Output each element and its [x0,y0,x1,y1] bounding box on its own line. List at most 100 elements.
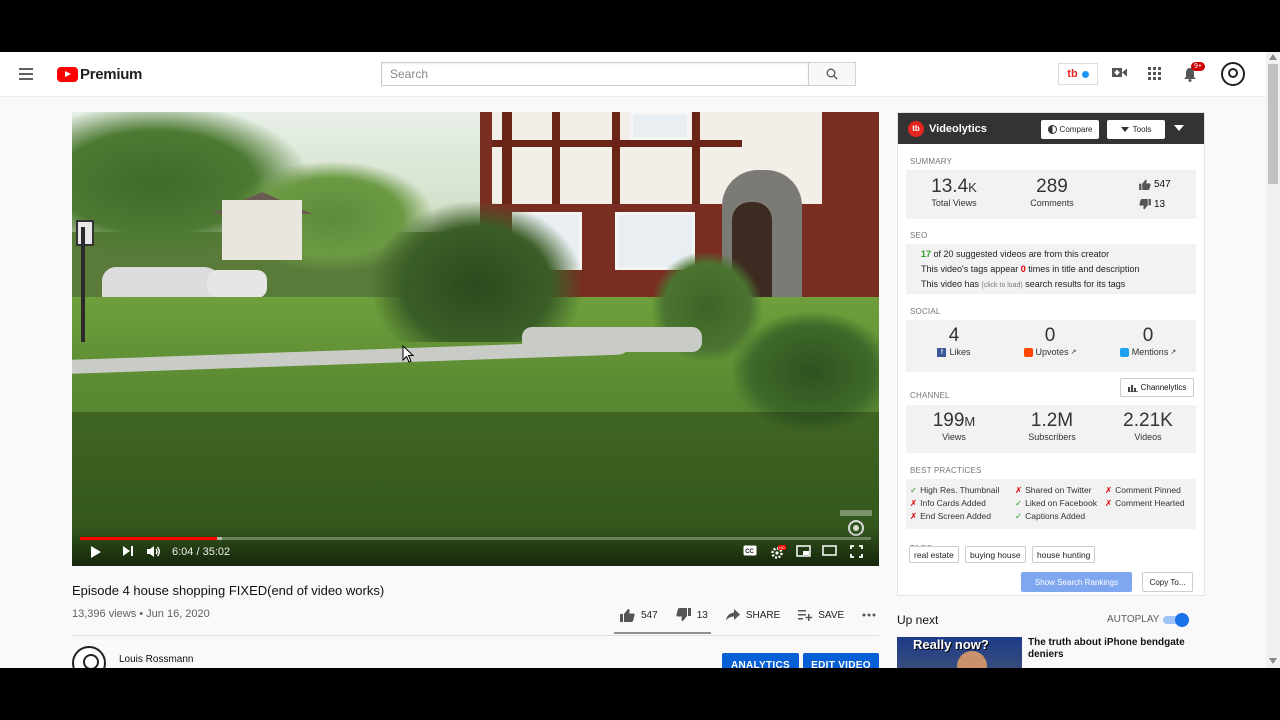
edit-video-button[interactable]: EDIT VIDEO [803,653,879,668]
seo-search-post: search results for its tags [1022,279,1126,289]
channel-subscribers-stat: 1.2M Subscribers [1006,410,1098,442]
video-actions: 547 13 SHARE SAVE [620,608,894,622]
facebook-icon: f [937,347,947,357]
theater-mode-button[interactable] [822,545,837,556]
reddit-upvotes-stat[interactable]: 0 Upvotes ↗ [1006,325,1094,357]
tag-pill[interactable]: house hunting [1032,546,1096,563]
collapse-chevron-icon[interactable] [1174,125,1184,131]
best-practice-item: ✗ Comment Pinned [1105,485,1181,496]
video-frame-beam [552,112,560,204]
next-video-title[interactable]: The truth about iPhone bendgate deniers [1028,637,1198,661]
next-video-thumbnail[interactable]: Really now? [897,637,1022,668]
like-ratio-bar [614,632,711,634]
best-practice-item: ✗ Shared on Twitter [1015,485,1092,496]
compare-icon [1047,125,1057,134]
notifications-button[interactable]: 9+ [1183,62,1205,84]
like-button[interactable]: 547 [620,608,658,622]
progress-bar[interactable] [80,537,871,540]
twitter-mentions-stat[interactable]: 0 Mentions ↗ [1102,325,1194,357]
channel-views-value: 199 [932,410,965,431]
create-video-icon[interactable] [1112,67,1127,78]
page-scrollbar[interactable] [1266,52,1280,668]
total-views-stat: 13.4K Total Views [914,176,994,208]
seo-tags-pre: This video's tags appear [921,264,1021,274]
fullscreen-button[interactable] [850,545,863,558]
logo-text: Premium [80,66,143,83]
best-practices-box: ✓ High Res. Thumbnail ✗ Shared on Twitter ✗ C… [906,479,1196,529]
svg-text:HD: HD [779,545,785,550]
video-frame-bushes [372,202,582,342]
up-next-heading: Up next [897,613,939,627]
video-player[interactable]: 6:04 / 35:02 CC HD [72,112,879,566]
youtube-premium-logo[interactable]: Premium [57,66,142,83]
tag-pill[interactable]: real estate [909,546,959,563]
best-practice-item: ✓ Liked on Facebook [1015,498,1097,509]
reddit-icon [1023,347,1033,357]
play-icon [91,546,101,558]
theater-mode-icon [822,545,837,556]
save-button[interactable]: SAVE [798,609,844,621]
seo-search-pre: This video has [921,279,982,289]
channel-views-stat: 199M Views [910,410,998,442]
compare-button[interactable]: Compare [1041,120,1099,139]
dislike-button[interactable]: 13 [676,608,708,622]
compare-label: Compare [1059,125,1093,134]
show-search-rankings-button[interactable]: Show Search Rankings [1021,572,1132,592]
channelytics-button[interactable]: Channelytics [1120,378,1194,397]
more-actions-button[interactable] [862,613,876,617]
best-practice-label: High Res. Thumbnail [920,485,1000,495]
best-practice-item: ✓ Captions Added [1015,511,1085,522]
channel-avatar[interactable] [72,646,106,668]
click-to-load-link[interactable]: (click to load) [982,282,1023,289]
total-views-value: 13.4 [931,176,969,197]
play-button[interactable] [90,545,102,559]
tools-label: Tools [1132,125,1152,134]
settings-button[interactable]: HD [770,545,786,559]
apps-grid-icon[interactable] [1148,67,1161,80]
channel-name[interactable]: Louis Rossmann [119,654,193,665]
video-frame-lamp-post [81,227,85,342]
menu-icon[interactable] [19,68,33,80]
thumbs-up-icon [620,609,635,622]
miniplayer-button[interactable] [796,545,811,557]
best-practices-heading: BEST PRACTICES [910,466,982,475]
more-horizontal-icon [862,613,876,617]
share-button[interactable]: SHARE [725,609,780,621]
check-icon: ✓ [1015,498,1023,508]
mute-button[interactable] [146,545,161,558]
time-display: 6:04 / 35:02 [172,546,231,558]
copy-to-button[interactable]: Copy To... [1142,572,1193,592]
video-frame-car-2 [207,270,267,298]
scrollbar-thumb[interactable] [1268,64,1278,184]
subtitles-button[interactable]: CC [743,545,757,556]
account-avatar[interactable] [1221,62,1245,86]
miniplayer-icon [796,545,811,557]
channel-subscribers-label: Subscribers [1028,432,1076,442]
reddit-upvotes-value: 0 [1044,325,1056,346]
scroll-down-arrow-icon[interactable] [1269,658,1277,664]
seo-heading: SEO [910,231,928,240]
seo-suggested-count: 17 [921,249,932,259]
tools-button[interactable]: Tools [1107,120,1165,139]
seo-suggested-line: 17 of 20 suggested videos are from this … [921,247,1196,262]
summary-heading: SUMMARY [910,157,953,166]
share-icon [725,609,740,621]
autoplay-label: AUTOPLAY [1107,614,1160,625]
facebook-likes-value: 4 [948,325,960,346]
channel-videos-stat: 2.21K Videos [1104,410,1192,442]
facebook-likes-stat: 4 f Likes [910,325,998,357]
toggle-knob [1175,613,1189,627]
analytics-button[interactable]: ANALYTICS [722,653,799,668]
videolytics-panel: tb Videolytics Compare Tools SUMMARY 13.… [897,112,1205,596]
tubebuddy-extension-button[interactable]: tb [1058,63,1098,85]
autoplay-toggle[interactable] [1163,613,1191,627]
search-button[interactable] [809,62,856,86]
channel-views-label: Views [942,432,966,442]
search-input[interactable] [381,62,809,86]
tag-pill[interactable]: buying house [965,546,1026,563]
scroll-up-arrow-icon[interactable] [1269,54,1277,60]
video-frame-beam [612,112,620,204]
video-frame-window [630,112,690,140]
tubebuddy-logo-icon: tb [908,120,924,137]
next-button[interactable] [122,545,134,557]
